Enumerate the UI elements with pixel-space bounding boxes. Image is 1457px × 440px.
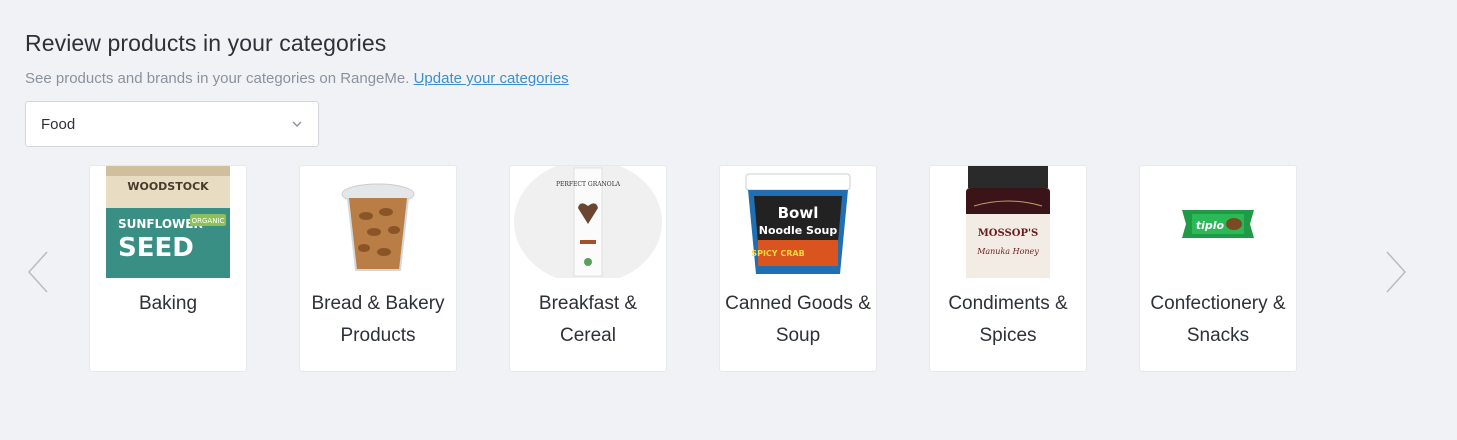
category-card-breakfast-cereal[interactable]: PERFECT GRANOLA Breakfast & Cereal [509,165,667,372]
svg-text:Bowl: Bowl [778,204,819,222]
svg-text:Manuka Honey: Manuka Honey [976,247,1039,256]
product-image: PERFECT GRANOLA [510,166,666,278]
card-label: Breakfast & Cereal [538,293,638,346]
svg-text:MOSSOP'S: MOSSOP'S [978,228,1039,239]
svg-text:SPICY CRAB: SPICY CRAB [751,249,804,258]
category-card-confectionery-snacks[interactable]: tiplo Confectionery & Snacks [1139,165,1297,372]
carousel-next-button[interactable] [1383,248,1409,296]
category-card-condiments-spices[interactable]: MOSSOP'S Manuka Honey Condiments & Spice… [929,165,1087,372]
card-label: Condiments & Spices [948,293,1068,346]
product-image: MOSSOP'S Manuka Honey [930,166,1086,278]
svg-text:WOODSTOCK: WOODSTOCK [127,180,209,193]
chevron-down-icon [292,121,302,127]
card-label: Confectionery & Snacks [1150,293,1286,346]
carousel-prev-button[interactable] [25,248,51,296]
category-card-bread-bakery[interactable]: Bread & Bakery Products [299,165,457,372]
card-label: Bread & Bakery Products [311,293,445,346]
svg-text:ORGANIC: ORGANIC [192,217,225,225]
product-image: Bowl Noodle Soup SPICY CRAB [720,166,876,278]
card-label: Baking [138,293,198,314]
product-image: WOODSTOCK SUNFLOWER SEED ORGANIC [90,166,246,278]
svg-text:PERFECT GRANOLA: PERFECT GRANOLA [556,181,621,188]
product-image [300,166,456,278]
card-label: Canned Goods & Soup [725,293,871,346]
category-select-value: Food [41,115,76,133]
product-image: tiplo [1140,166,1296,278]
svg-text:Noodle Soup: Noodle Soup [759,224,838,237]
category-select[interactable]: Food [25,101,319,147]
category-card-baking[interactable]: WOODSTOCK SUNFLOWER SEED ORGANIC Baking [89,165,247,372]
category-card-canned-goods-soup[interactable]: Bowl Noodle Soup SPICY CRAB Canned Goods… [719,165,877,372]
subtitle-text: See products and brands in your categori… [25,70,410,87]
update-categories-link[interactable]: Update your categories [414,70,569,87]
svg-text:SEED: SEED [118,233,194,263]
section-title: Review products in your categories [25,30,387,56]
section-subtitle: See products and brands in your categori… [25,70,569,87]
svg-text:tiplo: tiplo [1196,219,1225,232]
